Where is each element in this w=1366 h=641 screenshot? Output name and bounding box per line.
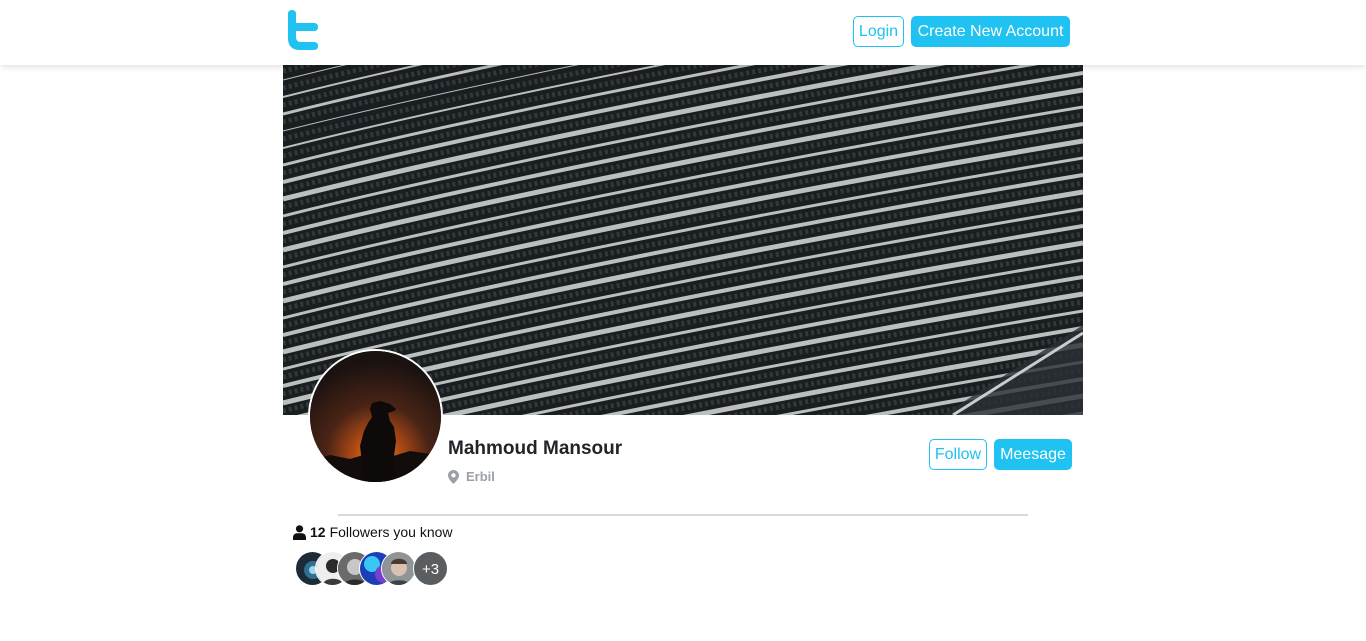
location-text: Erbil (466, 469, 495, 484)
section-divider (338, 514, 1028, 516)
profile-avatar[interactable] (308, 349, 443, 484)
more-followers-badge[interactable]: +3 (413, 551, 448, 586)
follower-avatar-stack: +3 (295, 551, 455, 587)
location-line: Erbil (448, 469, 495, 484)
message-button[interactable]: Meesage (994, 439, 1072, 470)
user-icon (293, 524, 306, 540)
twitter-t-logo-icon[interactable] (287, 10, 319, 50)
login-button[interactable]: Login (853, 16, 904, 47)
profile-name: Mahmoud Mansour (448, 438, 623, 459)
map-pin-icon (448, 469, 459, 484)
create-account-button[interactable]: Create New Account (911, 16, 1070, 47)
followers-count: 12 (310, 524, 326, 540)
followers-label: Followers you know (329, 524, 453, 540)
followers-summary: 12 Followers you know (293, 524, 453, 540)
follow-button[interactable]: Follow (929, 439, 987, 470)
follower-avatar[interactable] (381, 551, 416, 586)
top-navbar: Login Create New Account (0, 0, 1366, 65)
